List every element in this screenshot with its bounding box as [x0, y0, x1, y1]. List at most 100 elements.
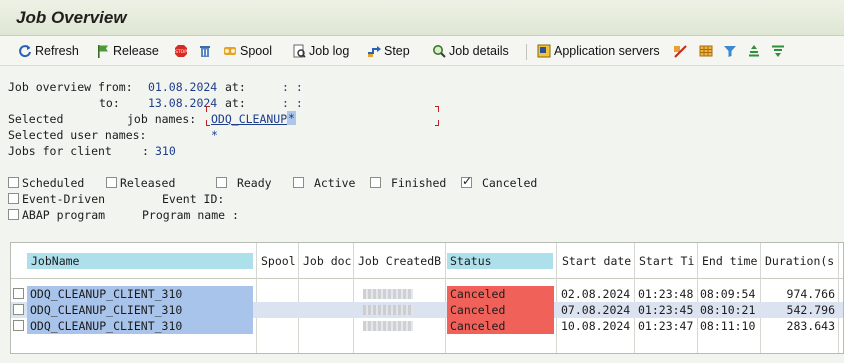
row-select-checkbox[interactable]	[13, 320, 24, 331]
cell-spool	[259, 286, 297, 302]
column-header-job-createdby[interactable]: Job CreatedB	[355, 253, 445, 269]
ready-checkbox[interactable]: Ready	[216, 176, 272, 190]
finished-checkbox[interactable]: Finished	[370, 176, 446, 190]
job-list-table: JobName Spool Job doc Job CreatedB Statu…	[10, 242, 844, 354]
job-details-label: Job details	[449, 44, 509, 58]
column-header-start-date[interactable]: Start date	[559, 253, 635, 269]
job-details-button[interactable]: Job details	[432, 42, 509, 60]
cell-jobname[interactable]: ODQ_CLEANUP_CLIENT_310	[27, 302, 253, 318]
spool-icon	[224, 47, 236, 55]
cell-duration: 283.643	[786, 319, 835, 333]
stop-icon: STOP	[175, 45, 187, 57]
step-icon	[368, 46, 381, 57]
column-header-more[interactable]: D	[840, 253, 843, 269]
checkbox-box	[8, 177, 19, 188]
from-date-field[interactable]: 01.08.2024	[148, 80, 217, 94]
column-header-status[interactable]: Status	[447, 253, 553, 269]
cell-start-time: 01:23:48	[638, 287, 694, 301]
selected-label: Selected	[8, 112, 64, 126]
application-servers-label: Application servers	[554, 44, 660, 58]
column-header-duration[interactable]: Duration(s	[762, 253, 838, 269]
released-label: Released	[120, 176, 176, 190]
cell-start-date: 07.08.2024	[561, 303, 631, 317]
cell-status[interactable]: Canceled	[447, 318, 554, 334]
event-driven-checkbox[interactable]: Event-Driven	[8, 192, 105, 206]
released-checkbox[interactable]: Released	[106, 176, 175, 190]
checkbox-box	[8, 209, 19, 220]
cell-start-time: 01:23:45	[638, 303, 694, 317]
redacted-user	[363, 321, 413, 331]
spool-label: Spool	[240, 44, 272, 58]
finished-label: Finished	[390, 176, 447, 190]
table-row[interactable]: ODQ_CLEANUP_CLIENT_310 Canceled 10.08.20…	[11, 318, 843, 334]
filter-icon	[724, 46, 736, 57]
page-title: Job Overview	[16, 8, 127, 27]
user-names-label: Selected user names:	[8, 128, 147, 142]
column-header-start-time[interactable]: Start Ti	[636, 253, 696, 269]
grid-button[interactable]	[699, 42, 713, 60]
filter-button[interactable]	[723, 42, 737, 60]
toolbar-separator	[526, 44, 527, 60]
stop-button[interactable]: STOP	[174, 42, 188, 60]
sort-descending-icon	[772, 45, 784, 57]
overview-from-label: Job overview from:	[8, 80, 133, 94]
cell-status[interactable]: Canceled	[447, 286, 554, 302]
client-colon: :	[142, 144, 149, 158]
job-names-label: job names:	[127, 112, 197, 126]
checkbox-box	[216, 177, 227, 188]
event-driven-label: Event-Driven	[22, 192, 106, 206]
scheduled-checkbox[interactable]: Scheduled	[8, 176, 84, 190]
cell-created-by	[355, 302, 443, 318]
redacted-user	[363, 305, 413, 315]
checkbox-checked	[461, 174, 472, 188]
active-checkbox[interactable]: Active	[293, 176, 355, 190]
server-icon	[537, 44, 551, 58]
sort-ascending-button[interactable]	[747, 42, 761, 60]
magnifier-icon	[433, 45, 446, 58]
layout-button[interactable]	[673, 42, 687, 60]
row-select-checkbox[interactable]	[13, 288, 24, 299]
job-log-button[interactable]: Job log	[292, 42, 349, 60]
canceled-checkbox[interactable]: Canceled	[461, 174, 538, 190]
grid-icon	[699, 45, 713, 57]
refresh-icon	[19, 45, 31, 58]
checkbox-box	[293, 177, 304, 188]
refresh-button[interactable]: Refresh	[18, 42, 79, 60]
active-label: Active	[313, 176, 356, 190]
checkbox-box	[8, 193, 19, 204]
abap-program-checkbox[interactable]: ABAP program	[8, 208, 105, 222]
row-select-checkbox[interactable]	[13, 304, 24, 315]
spool-button[interactable]: Spool	[223, 42, 272, 60]
svg-text:STOP: STOP	[175, 49, 187, 55]
from-time-field[interactable]: : :	[282, 80, 303, 94]
client-field[interactable]: 310	[155, 144, 176, 158]
sort-descending-button[interactable]	[771, 42, 785, 60]
trash-icon	[200, 46, 210, 57]
canceled-label: Canceled	[481, 176, 538, 190]
job-log-label: Job log	[309, 44, 350, 58]
redacted-user	[363, 289, 413, 299]
cell-created-by	[355, 286, 443, 302]
program-name-label: Program name :	[142, 208, 239, 222]
release-button[interactable]: Release	[96, 42, 159, 60]
cell-jobname[interactable]: ODQ_CLEANUP_CLIENT_310	[27, 286, 253, 302]
cell-end-time: 08:10:21	[700, 303, 756, 317]
flag-icon	[98, 45, 108, 58]
step-button[interactable]: Step	[367, 42, 410, 60]
release-label: Release	[113, 44, 159, 58]
user-names-field[interactable]: *	[211, 128, 218, 142]
cell-duration: 974.766	[786, 287, 835, 301]
cell-end-time: 08:11:10	[700, 319, 756, 333]
column-header-end-time[interactable]: End time	[699, 253, 761, 269]
cell-jobname[interactable]: ODQ_CLEANUP_CLIENT_310	[27, 318, 253, 334]
cell-status[interactable]: Canceled	[447, 302, 554, 318]
column-header-jobname[interactable]: JobName	[27, 253, 253, 269]
job-name-value: ODQ_CLEANUP	[211, 112, 288, 126]
job-name-input[interactable]: ODQ_CLEANUP *	[206, 106, 439, 126]
table-row[interactable]: ODQ_CLEANUP_CLIENT_310 Canceled 02.08.20…	[11, 286, 843, 302]
column-header-spool[interactable]: Spool	[258, 253, 298, 269]
application-servers-button[interactable]: Application servers	[537, 42, 660, 60]
delete-button[interactable]	[198, 42, 212, 60]
column-header-job-doc[interactable]: Job doc	[300, 253, 352, 269]
table-row[interactable]: ODQ_CLEANUP_CLIENT_310 Canceled 07.08.20…	[11, 302, 843, 318]
